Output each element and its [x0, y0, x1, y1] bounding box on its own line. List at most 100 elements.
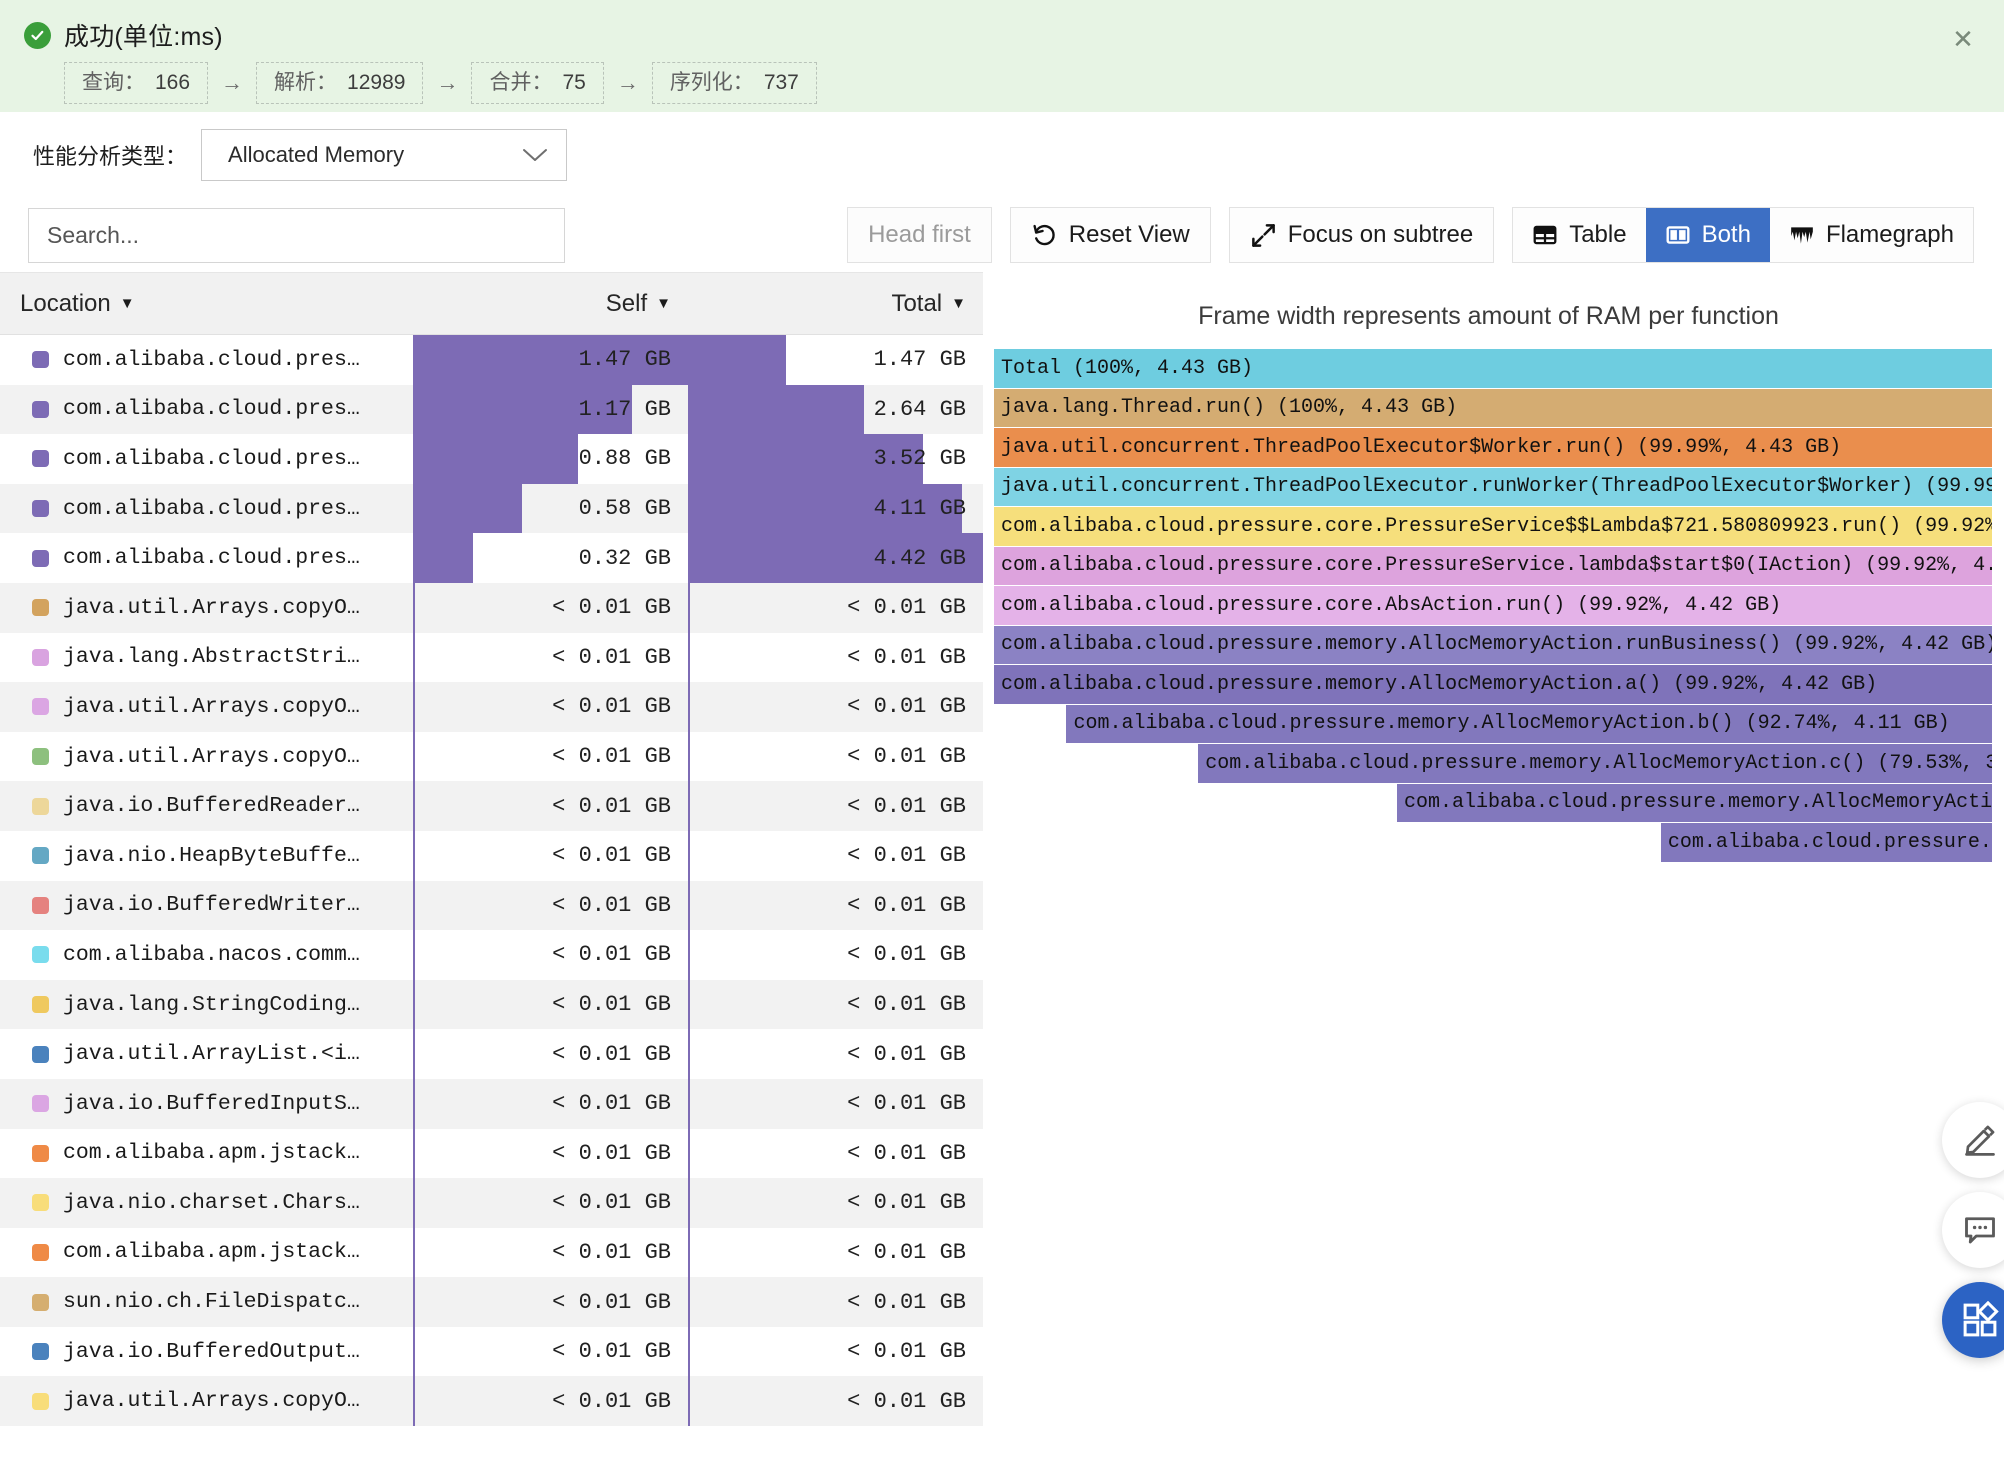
flame-frame[interactable]: java.util.concurrent.ThreadPoolExecutor$…	[994, 428, 1992, 468]
cell-total-text: < 0.01 GB	[847, 1240, 966, 1265]
table-row[interactable]: com.alibaba.cloud.pres…0.32 GB4.42 GB	[0, 533, 983, 583]
cell-self: < 0.01 GB	[413, 1277, 688, 1327]
column-header-total[interactable]: Total ▼	[688, 273, 983, 334]
cell-location: java.util.Arrays.copyO…	[0, 1376, 413, 1426]
table-row[interactable]: com.alibaba.cloud.pres…0.88 GB3.52 GB	[0, 434, 983, 484]
stage-merge-value: 75	[562, 71, 585, 94]
cell-total: < 0.01 GB	[688, 980, 983, 1030]
column-header-self[interactable]: Self ▼	[413, 273, 688, 334]
table-row[interactable]: java.io.BufferedReader…< 0.01 GB< 0.01 G…	[0, 781, 983, 831]
table-row[interactable]: java.io.BufferedOutput…< 0.01 GB< 0.01 G…	[0, 1327, 983, 1377]
flame-frame[interactable]: com.alibaba.cloud.pressure.memory.AllocM…	[994, 665, 1992, 705]
apps-grid-icon[interactable]	[1942, 1282, 2004, 1358]
color-swatch-icon	[32, 946, 49, 963]
reset-view-button[interactable]: Reset View	[1010, 207, 1211, 263]
table-row[interactable]: java.util.ArrayList.<i…< 0.01 GB< 0.01 G…	[0, 1029, 983, 1079]
view-mode-flamegraph[interactable]: Flamegraph	[1770, 208, 1973, 262]
value-bar	[413, 1327, 415, 1377]
table-row[interactable]: sun.nio.ch.FileDispatc…< 0.01 GB< 0.01 G…	[0, 1277, 983, 1327]
cell-location: java.lang.StringCoding…	[0, 980, 413, 1030]
search-input[interactable]	[28, 208, 565, 263]
table-row[interactable]: com.alibaba.cloud.pres…1.47 GB1.47 GB	[0, 335, 983, 385]
table-row[interactable]: com.alibaba.cloud.pres…0.58 GB4.11 GB	[0, 484, 983, 534]
value-bar	[688, 930, 690, 980]
color-swatch-icon	[32, 1095, 49, 1112]
color-swatch-icon	[32, 1244, 49, 1261]
flame-frame[interactable]: com.alibaba.cloud.pressure.memory.AllocM…	[1198, 744, 1992, 784]
cell-location: com.alibaba.cloud.pres…	[0, 533, 413, 583]
flame-frame[interactable]: com.alibaba.cloud.pressure.memory.AllocM…	[1397, 784, 1992, 824]
flame-frame[interactable]: Total (100%, 4.43 GB)	[994, 349, 1992, 389]
table-row[interactable]: java.util.Arrays.copyO…< 0.01 GB< 0.01 G…	[0, 732, 983, 782]
value-bar	[688, 881, 690, 931]
flame-frame[interactable]: java.util.concurrent.ThreadPoolExecutor.…	[994, 468, 1992, 508]
pencil-icon[interactable]	[1942, 1102, 2004, 1178]
color-swatch-icon	[32, 550, 49, 567]
cell-total-text: < 0.01 GB	[847, 893, 966, 918]
profile-type-select[interactable]: Allocated Memory	[201, 129, 567, 181]
location-text: java.util.Arrays.copyO…	[63, 1389, 360, 1413]
table-row[interactable]: java.io.BufferedWriter…< 0.01 GB< 0.01 G…	[0, 881, 983, 931]
cell-location: sun.nio.ch.FileDispatc…	[0, 1277, 413, 1327]
success-banner: 成功(单位:ms) 查询：166 → 解析：12989 → 合并：75 → 序列…	[0, 0, 2004, 112]
color-swatch-icon	[32, 500, 49, 517]
profile-type-value: Allocated Memory	[228, 142, 404, 168]
table-row[interactable]: com.alibaba.nacos.comm…< 0.01 GB< 0.01 G…	[0, 930, 983, 980]
table-row[interactable]: java.util.Arrays.copyO…< 0.01 GB< 0.01 G…	[0, 1376, 983, 1426]
table-row[interactable]: java.util.Arrays.copyO…< 0.01 GB< 0.01 G…	[0, 583, 983, 633]
cell-location: java.nio.charset.Chars…	[0, 1178, 413, 1228]
cell-self-text: < 0.01 GB	[552, 992, 671, 1017]
stage-timings: 查询：166 → 解析：12989 → 合并：75 → 序列化：737	[64, 62, 1980, 104]
flame-frame[interactable]: com.alibaba.cloud.pressure.memory.AllocM…	[994, 626, 1992, 666]
table-body: com.alibaba.cloud.pres…1.47 GB1.47 GBcom…	[0, 335, 983, 1426]
view-mode-table[interactable]: Table	[1513, 208, 1645, 262]
cell-location: java.util.Arrays.copyO…	[0, 732, 413, 782]
table-row[interactable]: com.alibaba.cloud.pres… 1.17 GB 2.64 GB	[0, 385, 983, 435]
table-row[interactable]: com.alibaba.apm.jstack…< 0.01 GB< 0.01 G…	[0, 1228, 983, 1278]
cell-self-text: < 0.01 GB	[552, 1190, 671, 1215]
table-row[interactable]: java.nio.HeapByteBuffe…< 0.01 GB< 0.01 G…	[0, 831, 983, 881]
table-row[interactable]: java.nio.charset.Chars…< 0.01 GB< 0.01 G…	[0, 1178, 983, 1228]
cell-self-text: 0.88 GB	[579, 446, 671, 471]
flame-frame[interactable]: java.lang.Thread.run() (100%, 4.43 GB)	[994, 389, 1992, 429]
value-bar	[688, 1327, 690, 1377]
flamegraph-panel: Frame width represents amount of RAM per…	[983, 272, 2004, 1480]
column-header-location-label: Location	[20, 290, 111, 318]
cell-self-text: < 0.01 GB	[552, 1339, 671, 1364]
flame-frame[interactable]: com.alibaba.cloud.pressure.memory.AllocM…	[1066, 705, 1992, 745]
stage-merge: 合并：75	[471, 62, 603, 104]
cell-total-text: 2.64 GB	[874, 397, 966, 422]
table-row[interactable]: java.io.BufferedInputS…< 0.01 GB< 0.01 G…	[0, 1079, 983, 1129]
table-row[interactable]: java.util.Arrays.copyO…< 0.01 GB< 0.01 G…	[0, 682, 983, 732]
view-mode-group: Table Both Flamegraph	[1512, 207, 1974, 263]
column-header-location[interactable]: Location ▼	[0, 273, 413, 334]
main-content: Location ▼ Self ▼ Total ▼ com.alibaba.cl…	[0, 272, 2004, 1480]
table-row[interactable]: java.lang.AbstractStri…< 0.01 GB< 0.01 G…	[0, 633, 983, 683]
chevron-down-icon	[522, 147, 548, 163]
table-row[interactable]: com.alibaba.apm.jstack…< 0.01 GB< 0.01 G…	[0, 1129, 983, 1179]
color-swatch-icon	[32, 897, 49, 914]
comment-icon[interactable]	[1942, 1192, 2004, 1268]
cell-self-text: < 0.01 GB	[552, 1240, 671, 1265]
table-icon	[1532, 222, 1558, 248]
flame-frame[interactable]: com.alibaba.cloud.pressure.core.AbsActio…	[994, 586, 1992, 626]
color-swatch-icon	[32, 1294, 49, 1311]
flame-frame[interactable]: com.alibaba.cloud.pressure.memory.AllocM…	[1661, 823, 1992, 863]
location-text: com.alibaba.cloud.pres…	[63, 397, 360, 421]
table-row[interactable]: java.lang.StringCoding… < 0.01 GB < 0.01 G…	[0, 980, 983, 1030]
profile-type-row: 性能分析类型： Allocated Memory	[0, 112, 2004, 198]
head-first-button[interactable]: Head first	[847, 207, 992, 263]
location-text: java.nio.HeapByteBuffe…	[63, 844, 360, 868]
value-bar	[688, 1029, 690, 1079]
value-bar	[413, 633, 415, 683]
view-mode-both[interactable]: Both	[1646, 208, 1770, 262]
cell-total-text: < 0.01 GB	[847, 1290, 966, 1315]
cell-total: < 0.01 GB	[688, 1079, 983, 1129]
close-icon[interactable]: ✕	[1948, 24, 1978, 54]
cell-self: < 0.01 GB	[413, 583, 688, 633]
color-swatch-icon	[32, 401, 49, 418]
flame-frame[interactable]: com.alibaba.cloud.pressure.core.Pressure…	[994, 507, 1992, 547]
cell-self: 1.17 GB	[413, 385, 688, 435]
flame-frame[interactable]: com.alibaba.cloud.pressure.core.Pressure…	[994, 547, 1992, 587]
focus-on-subtree-button[interactable]: Focus on subtree	[1229, 207, 1494, 263]
